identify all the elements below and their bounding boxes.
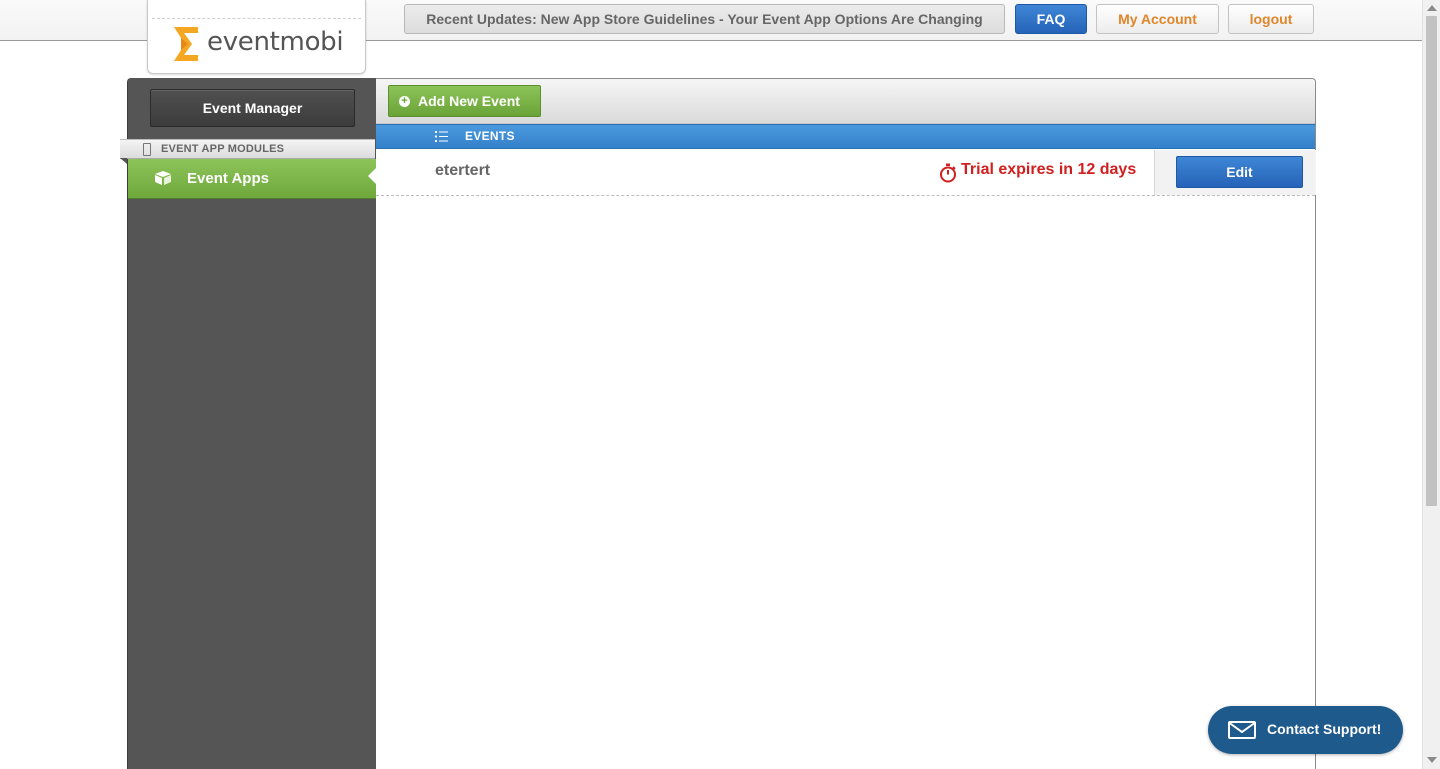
my-account-button[interactable]: My Account [1096,4,1219,34]
active-pointer [368,167,377,185]
logo[interactable]: eventmobi [147,0,366,74]
phone-icon [143,143,151,156]
trial-status-text: Trial expires in 12 days [961,161,1137,178]
event-name[interactable]: etertert [435,162,490,180]
section-header-event-app-modules: EVENT APP MODULES [120,139,375,159]
envelope-icon [1228,721,1256,739]
list-icon [435,131,448,142]
logout-button[interactable]: logout [1228,4,1314,34]
scroll-down-arrow-icon[interactable] [1427,757,1437,763]
events-header: EVENTS [376,124,1315,149]
sidebar-item-event-apps[interactable]: Event Apps [128,159,376,199]
contact-support-label: Contact Support! [1267,721,1382,737]
toolbar: + Add New Event [376,79,1315,124]
sidebar-item-label: Event Apps [187,170,269,187]
eventmobi-logo-icon [174,27,198,61]
main-panel: + Add New Event EVENTS etertert Trial ex… [376,78,1316,769]
scroll-thumb[interactable] [1426,16,1437,506]
stopwatch-icon [940,163,956,183]
event-row: etertert Trial expires in 12 days Edit [376,150,1316,196]
add-new-event-label: Add New Event [418,93,520,109]
faq-button[interactable]: FAQ [1015,4,1087,34]
edit-button[interactable]: Edit [1176,156,1303,188]
edit-cell: Edit [1154,150,1316,195]
recent-updates-button[interactable]: Recent Updates: New App Store Guidelines… [404,4,1005,34]
event-manager-button[interactable]: Event Manager [150,89,355,127]
scroll-up-arrow-icon[interactable] [1427,5,1437,11]
add-new-event-button[interactable]: + Add New Event [388,85,541,117]
plus-icon: + [399,96,410,107]
events-header-label: EVENTS [465,129,515,143]
logo-divider [152,18,361,19]
contact-support-button[interactable]: Contact Support! [1208,706,1403,754]
section-label: EVENT APP MODULES [161,143,285,155]
vertical-scrollbar[interactable] [1422,0,1440,769]
ribbon-fold [120,158,127,164]
logo-text: eventmobi [207,27,344,57]
cube-icon [155,171,171,185]
